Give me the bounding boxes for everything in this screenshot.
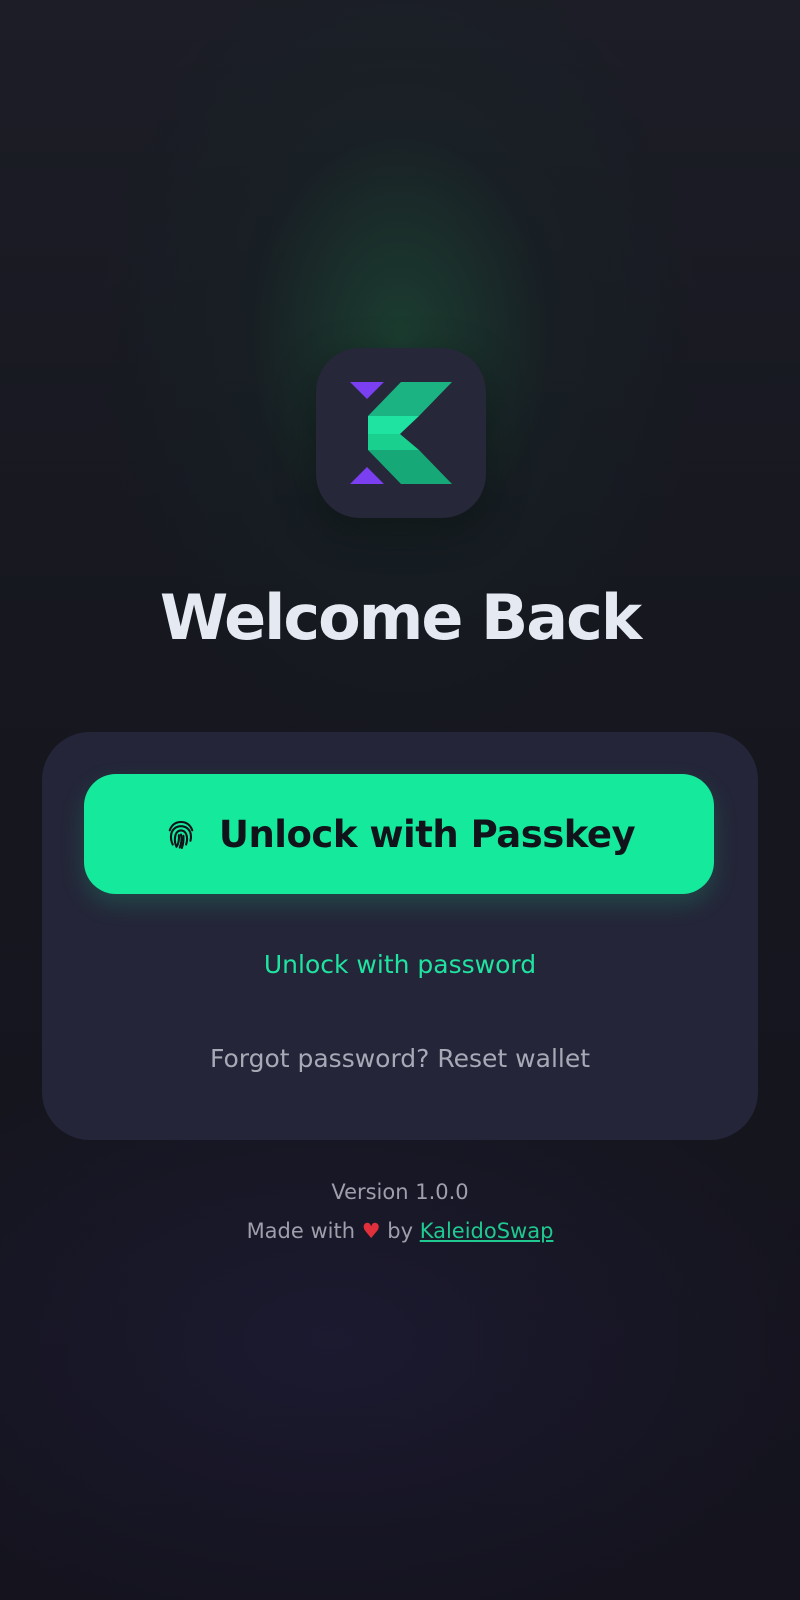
heart-icon: ♥: [361, 1219, 381, 1243]
kaleidoswap-logo-icon: [350, 382, 452, 484]
unlock-with-password-link[interactable]: Unlock with password: [0, 945, 800, 985]
made-with-by: by: [387, 1219, 413, 1243]
made-with-prefix: Made with: [246, 1219, 356, 1243]
passkey-button-label: Unlock with Passkey: [218, 812, 636, 856]
unlock-with-passkey-button[interactable]: Unlock with Passkey: [84, 774, 714, 894]
page-title: Welcome Back: [159, 581, 642, 654]
app-logo: [316, 348, 486, 518]
reset-wallet-link[interactable]: Forgot password? Reset wallet: [0, 1039, 800, 1079]
fingerprint-icon: [163, 816, 199, 852]
made-with-text: Made with ♥ by KaleidoSwap: [0, 1215, 800, 1247]
kaleidoswap-link[interactable]: KaleidoSwap: [420, 1219, 554, 1243]
version-text: Version 1.0.0: [331, 1180, 469, 1204]
